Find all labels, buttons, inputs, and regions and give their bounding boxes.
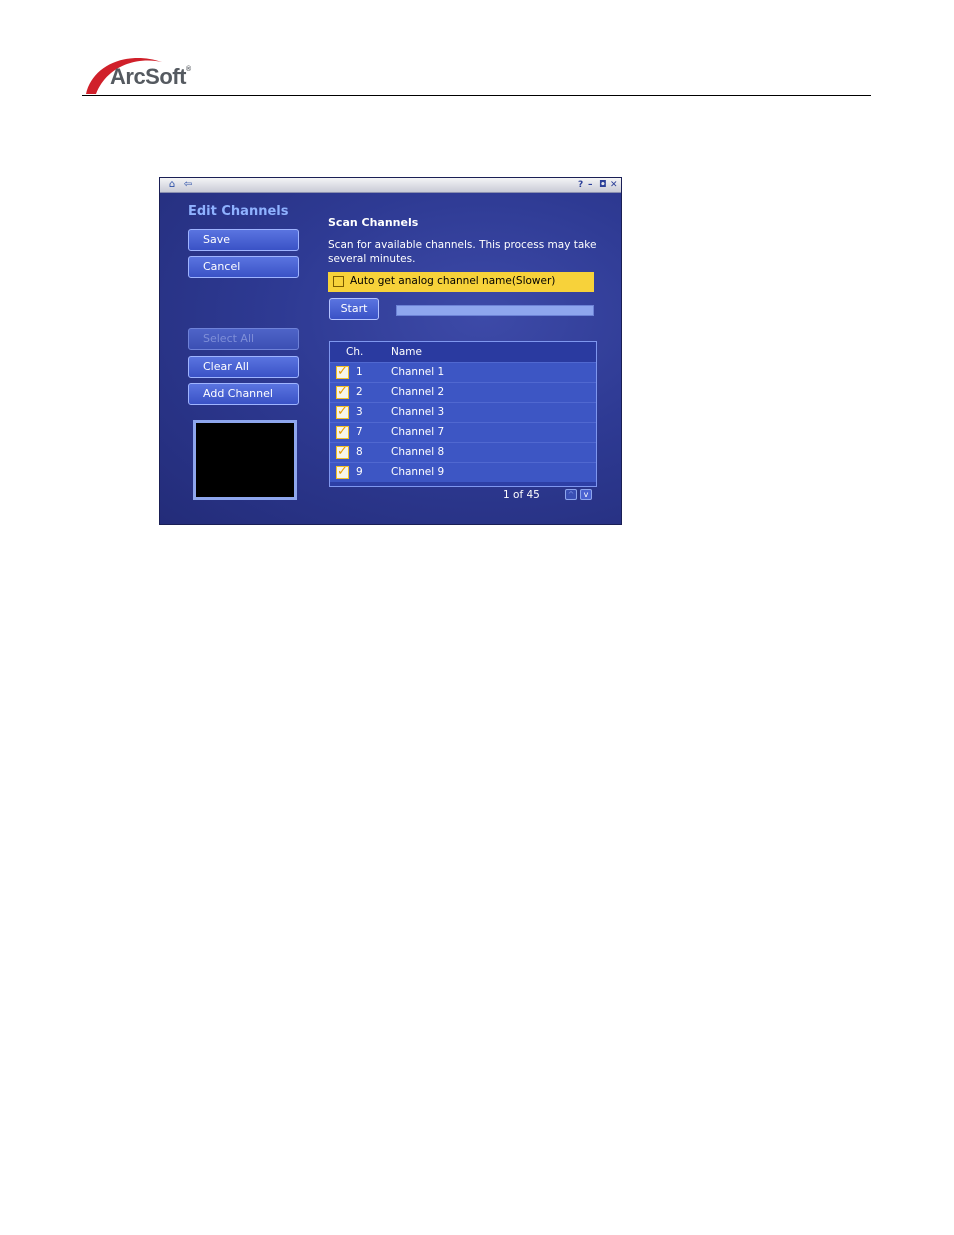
header-divider (82, 95, 871, 96)
scan-description: Scan for available channels. This proces… (328, 239, 597, 265)
channel-name: Channel 1 (391, 366, 445, 378)
page-indicator: 1 of 45 (503, 489, 540, 501)
minimize-icon[interactable]: – (588, 178, 593, 192)
channel-checkbox[interactable] (336, 424, 349, 439)
start-scan-button[interactable]: Start (329, 298, 379, 320)
add-channel-button[interactable]: Add Channel (188, 383, 299, 405)
app-window: ⌂ ⇦ ? – ◘ ✕ Edit Channels Save Cancel Se… (159, 177, 622, 525)
arcsoft-logo: ArcSoft® (110, 64, 191, 89)
channel-number: 9 (356, 466, 363, 478)
auto-name-label: Auto get analog channel name(Slower) (350, 275, 556, 287)
channel-row[interactable]: 8 Channel 8 (330, 442, 596, 462)
titlebar: ⌂ ⇦ ? – ◘ ✕ (160, 178, 621, 193)
home-icon[interactable]: ⌂ (165, 179, 179, 191)
channel-row[interactable]: 9 Channel 9 (330, 462, 596, 482)
scan-channels-title: Scan Channels (328, 216, 419, 229)
close-icon[interactable]: ✕ (610, 178, 618, 192)
channel-name: Channel 7 (391, 426, 445, 438)
page-title: Edit Channels (188, 204, 289, 219)
channel-checkbox[interactable] (336, 384, 349, 399)
channel-checkbox[interactable] (336, 444, 349, 459)
column-header-name: Name (391, 346, 422, 358)
channel-row[interactable]: 7 Channel 7 (330, 422, 596, 442)
channel-checkbox[interactable] (336, 364, 349, 379)
select-all-button[interactable]: Select All (188, 328, 299, 350)
scan-progress-bar (396, 305, 594, 316)
help-icon[interactable]: ? (578, 178, 583, 192)
channel-name: Channel 9 (391, 466, 445, 478)
auto-name-option[interactable]: Auto get analog channel name(Slower) (328, 272, 594, 292)
clear-all-button[interactable]: Clear All (188, 356, 299, 378)
channel-number: 3 (356, 406, 363, 418)
auto-name-checkbox[interactable] (333, 276, 344, 287)
channel-number: 8 (356, 446, 363, 458)
back-arrow-icon[interactable]: ⇦ (181, 179, 195, 191)
channel-checkbox[interactable] (336, 464, 349, 479)
channel-row[interactable]: 1 Channel 1 (330, 362, 596, 382)
channel-row[interactable]: 3 Channel 3 (330, 402, 596, 422)
channel-number: 7 (356, 426, 363, 438)
channel-row[interactable]: 2 Channel 2 (330, 382, 596, 402)
channel-list: Ch. Name 1 Channel 1 2 Channel 2 3 Chann… (329, 341, 597, 487)
channel-name: Channel 3 (391, 406, 445, 418)
channel-number: 2 (356, 386, 363, 398)
channel-checkbox[interactable] (336, 404, 349, 419)
restore-icon[interactable]: ◘ (599, 178, 607, 192)
video-preview (193, 420, 297, 500)
channel-number: 1 (356, 366, 363, 378)
page-up-icon[interactable]: ^ (565, 489, 577, 500)
channel-name: Channel 8 (391, 446, 445, 458)
channel-name: Channel 2 (391, 386, 445, 398)
column-header-ch: Ch. (346, 346, 364, 358)
channel-list-header: Ch. Name (330, 342, 596, 362)
cancel-button[interactable]: Cancel (188, 256, 299, 278)
page-down-icon[interactable]: v (580, 489, 592, 500)
save-button[interactable]: Save (188, 229, 299, 251)
